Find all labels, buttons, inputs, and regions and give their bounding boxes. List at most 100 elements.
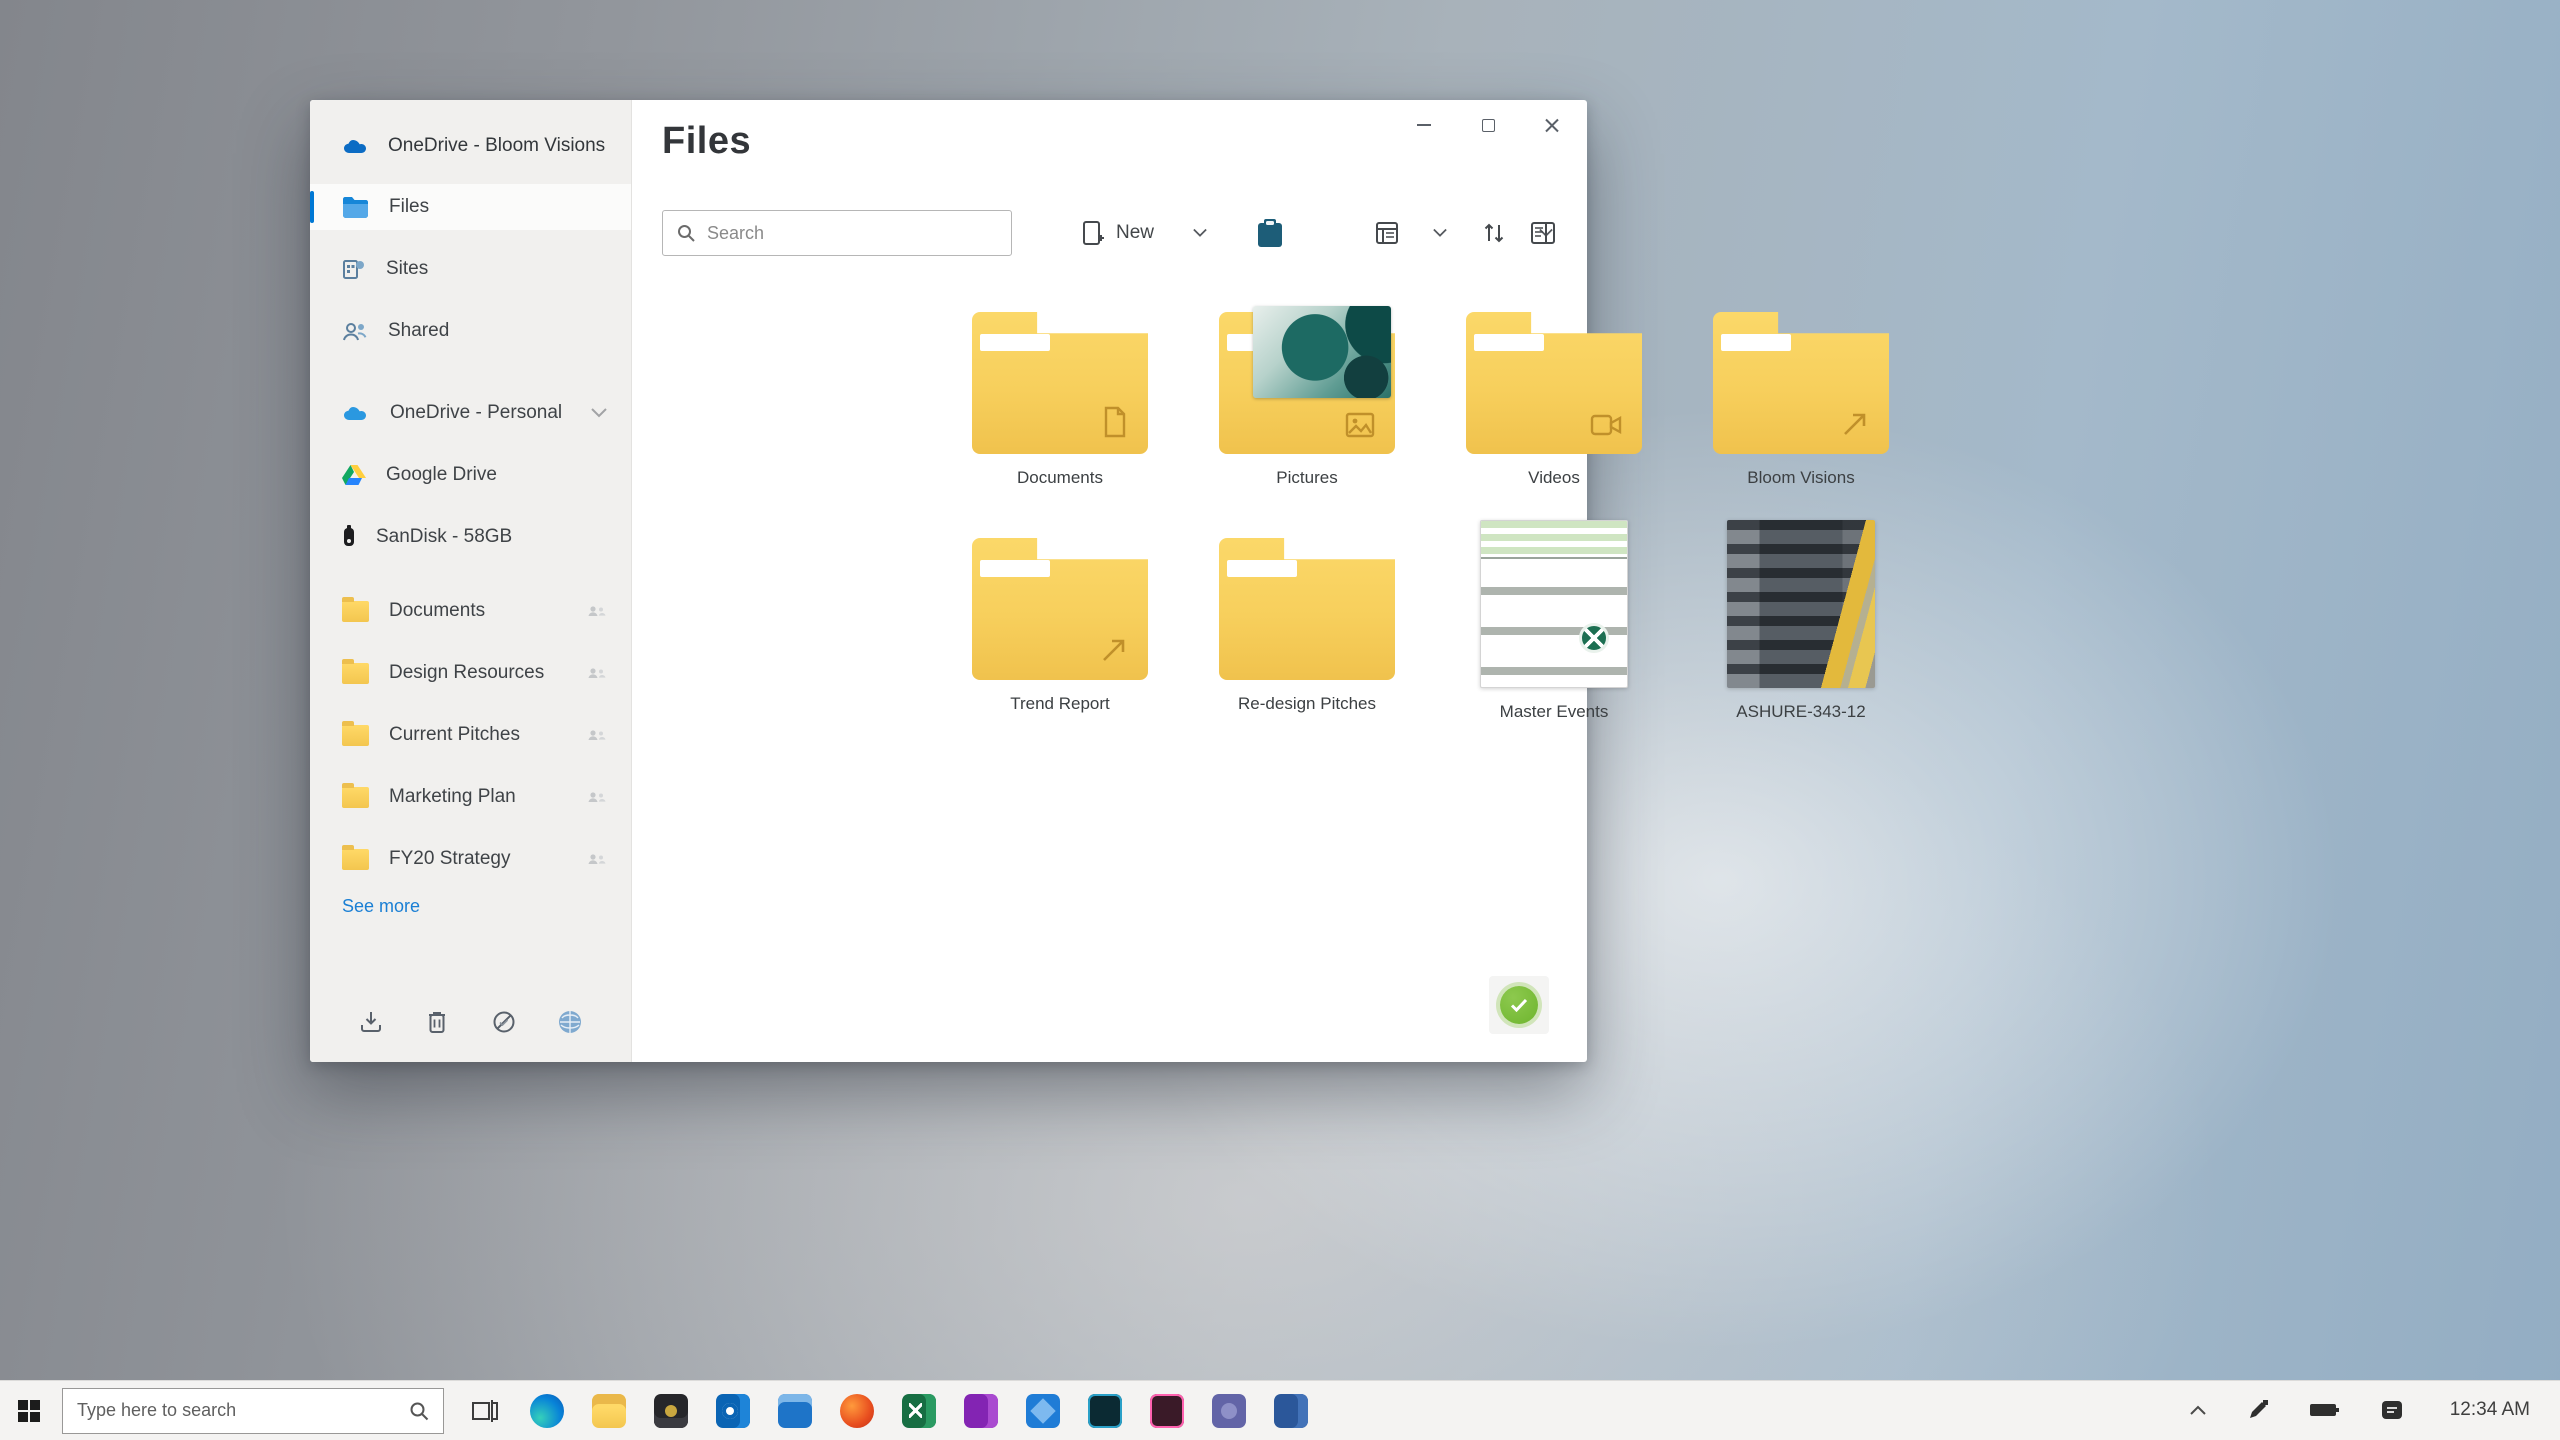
shared-status-icon	[587, 791, 607, 803]
view-options-icon[interactable]	[1368, 213, 1408, 253]
taskbar-app-edge-icon[interactable]	[516, 1381, 578, 1440]
sidebar-folder-marketing-plan[interactable]: Marketing Plan	[310, 774, 631, 820]
sidebar-folder-documents[interactable]: Documents	[310, 588, 631, 634]
grid-item-trend-report[interactable]: Trend Report	[940, 538, 1180, 714]
recycle-bin-icon[interactable]	[420, 1005, 454, 1039]
view-chevron-down-icon[interactable]	[1420, 213, 1460, 253]
sidebar-account-google-drive[interactable]: Google Drive	[310, 452, 631, 498]
folder-icon	[1219, 538, 1395, 680]
folder-icon	[1713, 312, 1889, 454]
grid-item-pictures[interactable]: Pictures	[1187, 306, 1427, 488]
taskbar-app-onenote-icon[interactable]	[950, 1381, 1012, 1440]
premium-icon[interactable]	[553, 1005, 587, 1039]
search-input[interactable]	[707, 222, 997, 244]
item-label: Master Events	[1499, 702, 1609, 721]
sidebar-item-sites[interactable]: Sites	[310, 246, 631, 292]
sort-icon[interactable]	[1474, 213, 1514, 253]
sidebar-bottom-toolbar	[310, 996, 631, 1048]
taskbar-app-outlook-icon[interactable]	[702, 1381, 764, 1440]
see-more-link[interactable]: See more	[342, 896, 420, 917]
taskbar-app-camera-icon[interactable]	[640, 1381, 702, 1440]
details-pane-icon[interactable]	[1523, 213, 1563, 253]
taskbar-app-firefox-icon[interactable]	[826, 1381, 888, 1440]
item-label: Documents	[1017, 468, 1103, 487]
folder-label: Design Resources	[389, 662, 545, 683]
folder-icon	[342, 782, 369, 808]
taskbar-search-box[interactable]	[62, 1387, 444, 1434]
new-document-icon	[1082, 220, 1104, 246]
account-title-label: OneDrive - Bloom Visions	[388, 135, 606, 156]
onedrive-cloud-icon	[342, 403, 370, 423]
folder-icon	[342, 596, 369, 622]
sidebar-folder-fy20-strategy[interactable]: FY20 Strategy	[310, 836, 631, 882]
google-drive-icon	[342, 464, 366, 486]
grid-item-redesign-pitches[interactable]: Re-design Pitches	[1187, 538, 1427, 714]
sync-status-chip[interactable]	[1489, 976, 1549, 1034]
sidebar-item-shared[interactable]: Shared	[310, 308, 631, 354]
search-icon	[677, 224, 695, 242]
folder-icon	[342, 658, 369, 684]
details-group	[1523, 208, 1563, 258]
folder-icon	[342, 720, 369, 746]
sidebar-folder-current-pitches[interactable]: Current Pitches	[310, 712, 631, 758]
notifications-icon[interactable]	[2380, 1398, 2404, 1422]
taskbar-app-photoshop-icon[interactable]	[1074, 1381, 1136, 1440]
taskbar-app-file-explorer-icon[interactable]	[578, 1381, 640, 1440]
minimize-icon	[1417, 124, 1431, 126]
taskbar-search-input[interactable]	[77, 1400, 399, 1421]
grid-item-master-events[interactable]: Master Events	[1434, 520, 1674, 722]
shared-status-icon	[587, 729, 607, 741]
folder-label: Current Pitches	[389, 724, 520, 745]
shared-status-icon	[587, 667, 607, 679]
maximize-icon	[1481, 118, 1495, 132]
taskbar-app-photos-icon[interactable]	[1012, 1381, 1074, 1440]
sidebar-account-header[interactable]: OneDrive - Bloom Visions	[310, 126, 631, 166]
folder-icon	[972, 538, 1148, 680]
taskbar-app-adobe-xd-icon[interactable]	[1136, 1381, 1198, 1440]
files-icon	[342, 196, 369, 218]
start-button[interactable]	[0, 1381, 58, 1440]
taskbar-app-teams-icon[interactable]	[1198, 1381, 1260, 1440]
folder-label: Documents	[389, 600, 486, 621]
battery-icon[interactable]	[2310, 1402, 2340, 1418]
maximize-button[interactable]	[1471, 112, 1505, 138]
taskbar-app-calendar-icon[interactable]	[764, 1381, 826, 1440]
taskbar-app-excel-icon[interactable]	[888, 1381, 950, 1440]
grid-item-bloom-visions[interactable]: Bloom Visions	[1681, 312, 1921, 488]
minimize-button[interactable]	[1407, 112, 1441, 138]
download-icon[interactable]	[354, 1005, 388, 1039]
new-button[interactable]: New	[1082, 220, 1154, 246]
folder-icon	[972, 312, 1148, 454]
desktop: OneDrive - Bloom Visions Files Sites Sha…	[0, 0, 2560, 1440]
chevron-down-icon[interactable]	[591, 408, 607, 418]
grid-item-documents[interactable]: Documents	[940, 312, 1180, 488]
new-chevron-down-icon[interactable]	[1180, 213, 1220, 253]
grid-item-videos[interactable]: Videos	[1434, 312, 1674, 488]
grid-item-ashure-image[interactable]: ASHURE-343-12	[1681, 520, 1921, 722]
personal-vault-icon[interactable]	[1250, 213, 1290, 253]
sidebar-account-onedrive-personal[interactable]: OneDrive - Personal	[310, 390, 631, 436]
sidebar-folder-design-resources[interactable]: Design Resources	[310, 650, 631, 696]
taskbar-app-word-icon[interactable]	[1260, 1381, 1322, 1440]
offline-icon[interactable]	[487, 1005, 521, 1039]
account-label: Google Drive	[386, 464, 497, 485]
toolbar: New	[662, 208, 1563, 258]
windows-logo-icon	[18, 1399, 40, 1422]
search-icon	[409, 1401, 429, 1421]
sidebar-account-sandisk[interactable]: SanDisk - 58GB	[310, 514, 631, 560]
shortcut-badge-icon	[1841, 410, 1869, 438]
close-icon	[1545, 118, 1559, 132]
view-options-group	[1368, 208, 1460, 258]
task-view-icon[interactable]	[454, 1381, 516, 1440]
excel-file-thumbnail	[1480, 520, 1628, 688]
document-badge-icon	[1102, 406, 1128, 438]
pen-icon[interactable]	[2246, 1398, 2270, 1422]
folder-label: FY20 Strategy	[389, 848, 511, 869]
hidden-icons-chevron-icon[interactable]	[2190, 1405, 2206, 1415]
taskbar-app-icons	[454, 1381, 1322, 1440]
clock[interactable]: 12:34 AM	[2444, 1399, 2530, 1421]
account-label: OneDrive - Personal	[390, 402, 563, 423]
close-button[interactable]	[1535, 112, 1569, 138]
file-search-box[interactable]	[662, 210, 1012, 256]
sidebar-item-files[interactable]: Files	[310, 184, 631, 230]
